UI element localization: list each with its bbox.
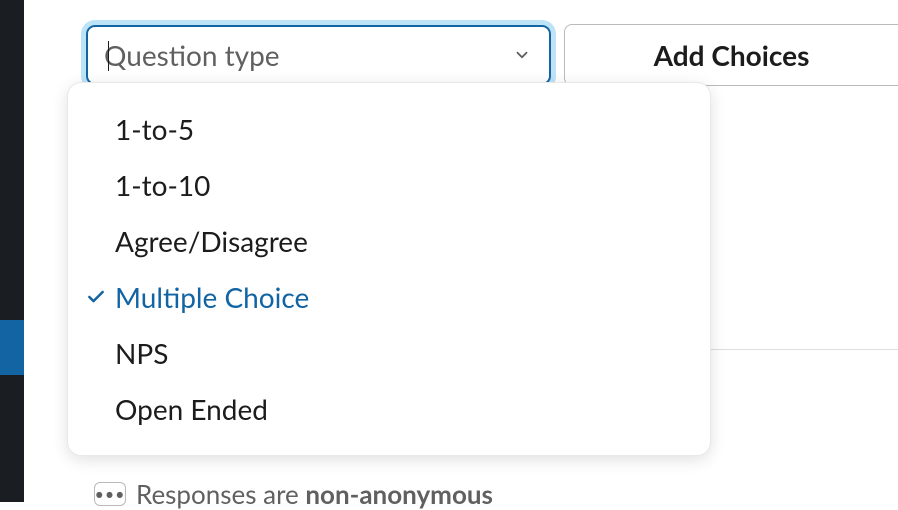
anonymity-text: Responses are non-anonymous	[136, 478, 493, 510]
dropdown-option-open-ended[interactable]: Open Ended	[68, 381, 710, 437]
dropdown-option-1-to-5[interactable]: 1-to-5	[68, 101, 710, 157]
text-cursor	[108, 41, 109, 71]
dropdown-option-label: Multiple Choice	[115, 280, 309, 314]
add-choices-button[interactable]: Add Choices	[564, 24, 898, 86]
dropdown-option-label: 1-to-5	[115, 112, 194, 146]
check-icon	[86, 287, 106, 307]
sidebar-active-indicator	[0, 320, 24, 375]
dropdown-option-label: Agree/Disagree	[115, 224, 308, 258]
question-type-dropdown: 1-to-5 1-to-10 Agree/Disagree Multiple C…	[67, 82, 711, 456]
anonymity-hint: ••• Responses are non-anonymous	[94, 478, 493, 510]
app-sidebar	[0, 0, 24, 502]
dropdown-option-label: NPS	[115, 336, 168, 370]
dropdown-option-1-to-10[interactable]: 1-to-10	[68, 157, 710, 213]
chevron-down-icon	[513, 46, 531, 64]
panel-border	[711, 86, 898, 350]
main-content: Question type Add Choices 1-to-5 1-to-10…	[24, 0, 898, 502]
dropdown-option-nps[interactable]: NPS	[68, 325, 710, 381]
select-placeholder: Question type	[104, 38, 280, 72]
ellipsis-icon: •••	[94, 482, 126, 506]
select-input[interactable]: Question type	[86, 25, 551, 85]
dropdown-option-label: Open Ended	[115, 392, 268, 426]
question-type-select[interactable]: Question type	[81, 20, 556, 90]
dropdown-option-label: 1-to-10	[115, 168, 210, 202]
dropdown-option-multiple-choice[interactable]: Multiple Choice	[68, 269, 710, 325]
add-choices-label: Add Choices	[654, 38, 810, 72]
dropdown-option-agree-disagree[interactable]: Agree/Disagree	[68, 213, 710, 269]
